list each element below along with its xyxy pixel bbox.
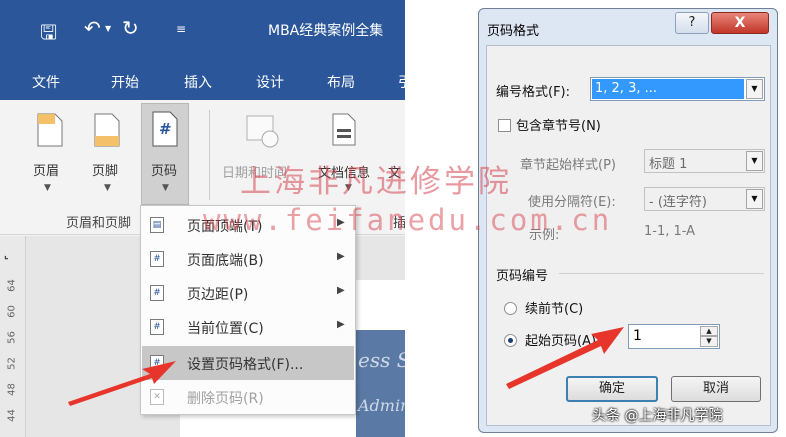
arrow-to-format-menu-icon — [68, 361, 176, 406]
watermark-text: 上海非凡进修学院 — [240, 164, 512, 200]
credit-text: 头条 @上海非凡学院 — [592, 408, 723, 424]
arrow-to-start-at-icon — [506, 327, 624, 389]
watermark-url: www.feifanedu.com.cn — [203, 203, 613, 237]
